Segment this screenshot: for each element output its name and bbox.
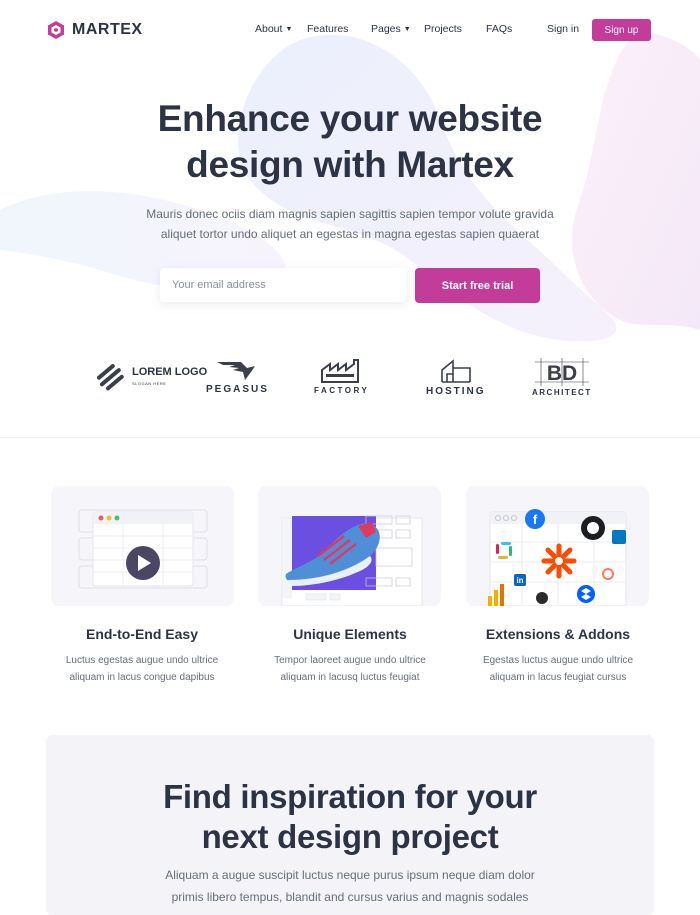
brand-logo[interactable]: MARTEX <box>46 20 143 40</box>
brand-logo-factory: FACTORY <box>314 358 369 395</box>
hosting-house-icon <box>440 359 471 383</box>
hero-title-line1: Enhance your website <box>157 98 543 139</box>
factory-name: FACTORY <box>314 386 370 395</box>
chevron-down-icon: ▼ <box>403 25 411 33</box>
feature-text-extensions: Egestas luctus augue undo ultrice aliqua… <box>458 652 658 686</box>
pegasus-name: PEGASUS <box>206 384 269 395</box>
feature-text-line1: Luctus egestas augue undo ultrice <box>65 655 219 666</box>
brand-logo-architect: BD ARCHITECT <box>532 358 592 397</box>
feature-title-unique-elements: Unique Elements <box>293 626 407 642</box>
feature-text-line2: aliquam in lacusq luctus feugiat <box>280 672 420 683</box>
factory-building-icon <box>320 359 359 383</box>
nav-item-label: FAQs <box>486 23 513 35</box>
signup-button[interactable]: Sign up <box>592 19 651 41</box>
inspiration-title: Find inspiration for your next design pr… <box>0 777 700 857</box>
nav-item-projects[interactable]: Projects <box>424 23 462 35</box>
hero-subtitle-line2: aliquet tortor undo aliquet an egestas i… <box>160 227 540 241</box>
lorem-stripes-icon <box>96 364 124 391</box>
architect-monogram: BD <box>547 362 577 385</box>
lorem-logo-name: LOREM LOGO <box>132 366 208 378</box>
nav-item-label: Projects <box>424 23 462 35</box>
feature-text-line1: Tempor laoreet augue undo ultrice <box>274 655 426 666</box>
hero-subtitle-line1: Mauris donec ociis diam magnis sapien sa… <box>146 207 554 221</box>
nav-item-pages[interactable]: Pages ▼ <box>371 23 411 35</box>
brand-logo-pegasus: PEGASUS <box>206 358 269 395</box>
feature-text-line2: aliquam in lacus feugiat cursus <box>489 672 627 683</box>
nav-item-label: Features <box>307 23 349 35</box>
inspiration-title-line1: Find inspiration for your <box>163 778 537 815</box>
svg-text:f: f <box>533 512 538 527</box>
hero-title: Enhance your website design with Martex <box>0 96 700 188</box>
feature-text-line2: aliquam in lacus congue dapibus <box>69 672 215 683</box>
nav-item-faqs[interactable]: FAQs <box>486 23 512 35</box>
feature-card-extensions: f in <box>466 486 649 606</box>
lorem-logo-tagline: SLOGAN HERE <box>132 381 167 386</box>
svg-text:in: in <box>516 576 523 585</box>
architect-name: ARCHITECT <box>532 388 592 397</box>
sneaker-editor-icon <box>281 515 423 606</box>
chevron-down-icon: ▼ <box>285 25 293 33</box>
video-play-icon <box>78 509 208 589</box>
hero-subtitle: Mauris donec ociis diam magnis sapien sa… <box>120 204 580 244</box>
hero-title-line2: design with Martex <box>186 144 514 185</box>
architect-bd-icon: BD <box>534 358 589 386</box>
feature-title-extensions: Extensions & Addons <box>485 626 631 642</box>
brand-logo-hosting: HOSTING <box>426 358 486 397</box>
feature-card-end-to-end <box>51 486 234 606</box>
email-input[interactable] <box>160 268 406 302</box>
inspiration-subtitle: Aliquam a augue suscipit luctus neque pu… <box>130 864 570 908</box>
martex-cube-icon <box>48 21 64 39</box>
integrations-icon: f in <box>488 509 627 606</box>
lorem-logo-text: LOREM LOGO SLOGAN HERE <box>132 367 207 389</box>
nav-item-about[interactable]: About ▼ <box>255 23 292 35</box>
start-trial-button[interactable]: Start free trial <box>415 268 540 303</box>
feature-text-line1: Egestas luctus augue undo ultrice <box>482 655 634 666</box>
nav-item-features[interactable]: Features <box>307 23 348 35</box>
inspiration-subtitle-line2: primis libero tempus, blandit and cursus… <box>171 890 529 904</box>
brand-name: MARTEX <box>72 21 143 38</box>
section-divider <box>0 437 700 438</box>
signin-link[interactable]: Sign in <box>547 23 579 35</box>
site-header: MARTEX About ▼ Features Pages ▼ Projects… <box>0 0 700 62</box>
hosting-name: HOSTING <box>426 386 486 397</box>
inspiration-subtitle-line1: Aliquam a augue suscipit luctus neque pu… <box>165 868 535 882</box>
pegasus-wing-icon <box>217 362 256 380</box>
feature-title-end-to-end: End-to-End Easy <box>85 626 198 642</box>
feature-text-end-to-end: Luctus egestas augue undo ultrice aliqua… <box>42 652 242 686</box>
feature-card-unique-elements <box>258 486 441 606</box>
nav-item-label: Pages <box>371 23 401 35</box>
nav-item-label: About <box>255 23 283 35</box>
feature-text-unique-elements: Tempor laoreet augue undo ultrice aliqua… <box>250 652 450 686</box>
brand-logo-lorem: LOREM LOGO SLOGAN HERE <box>96 364 207 392</box>
inspiration-title-line2: next design project <box>201 818 499 855</box>
